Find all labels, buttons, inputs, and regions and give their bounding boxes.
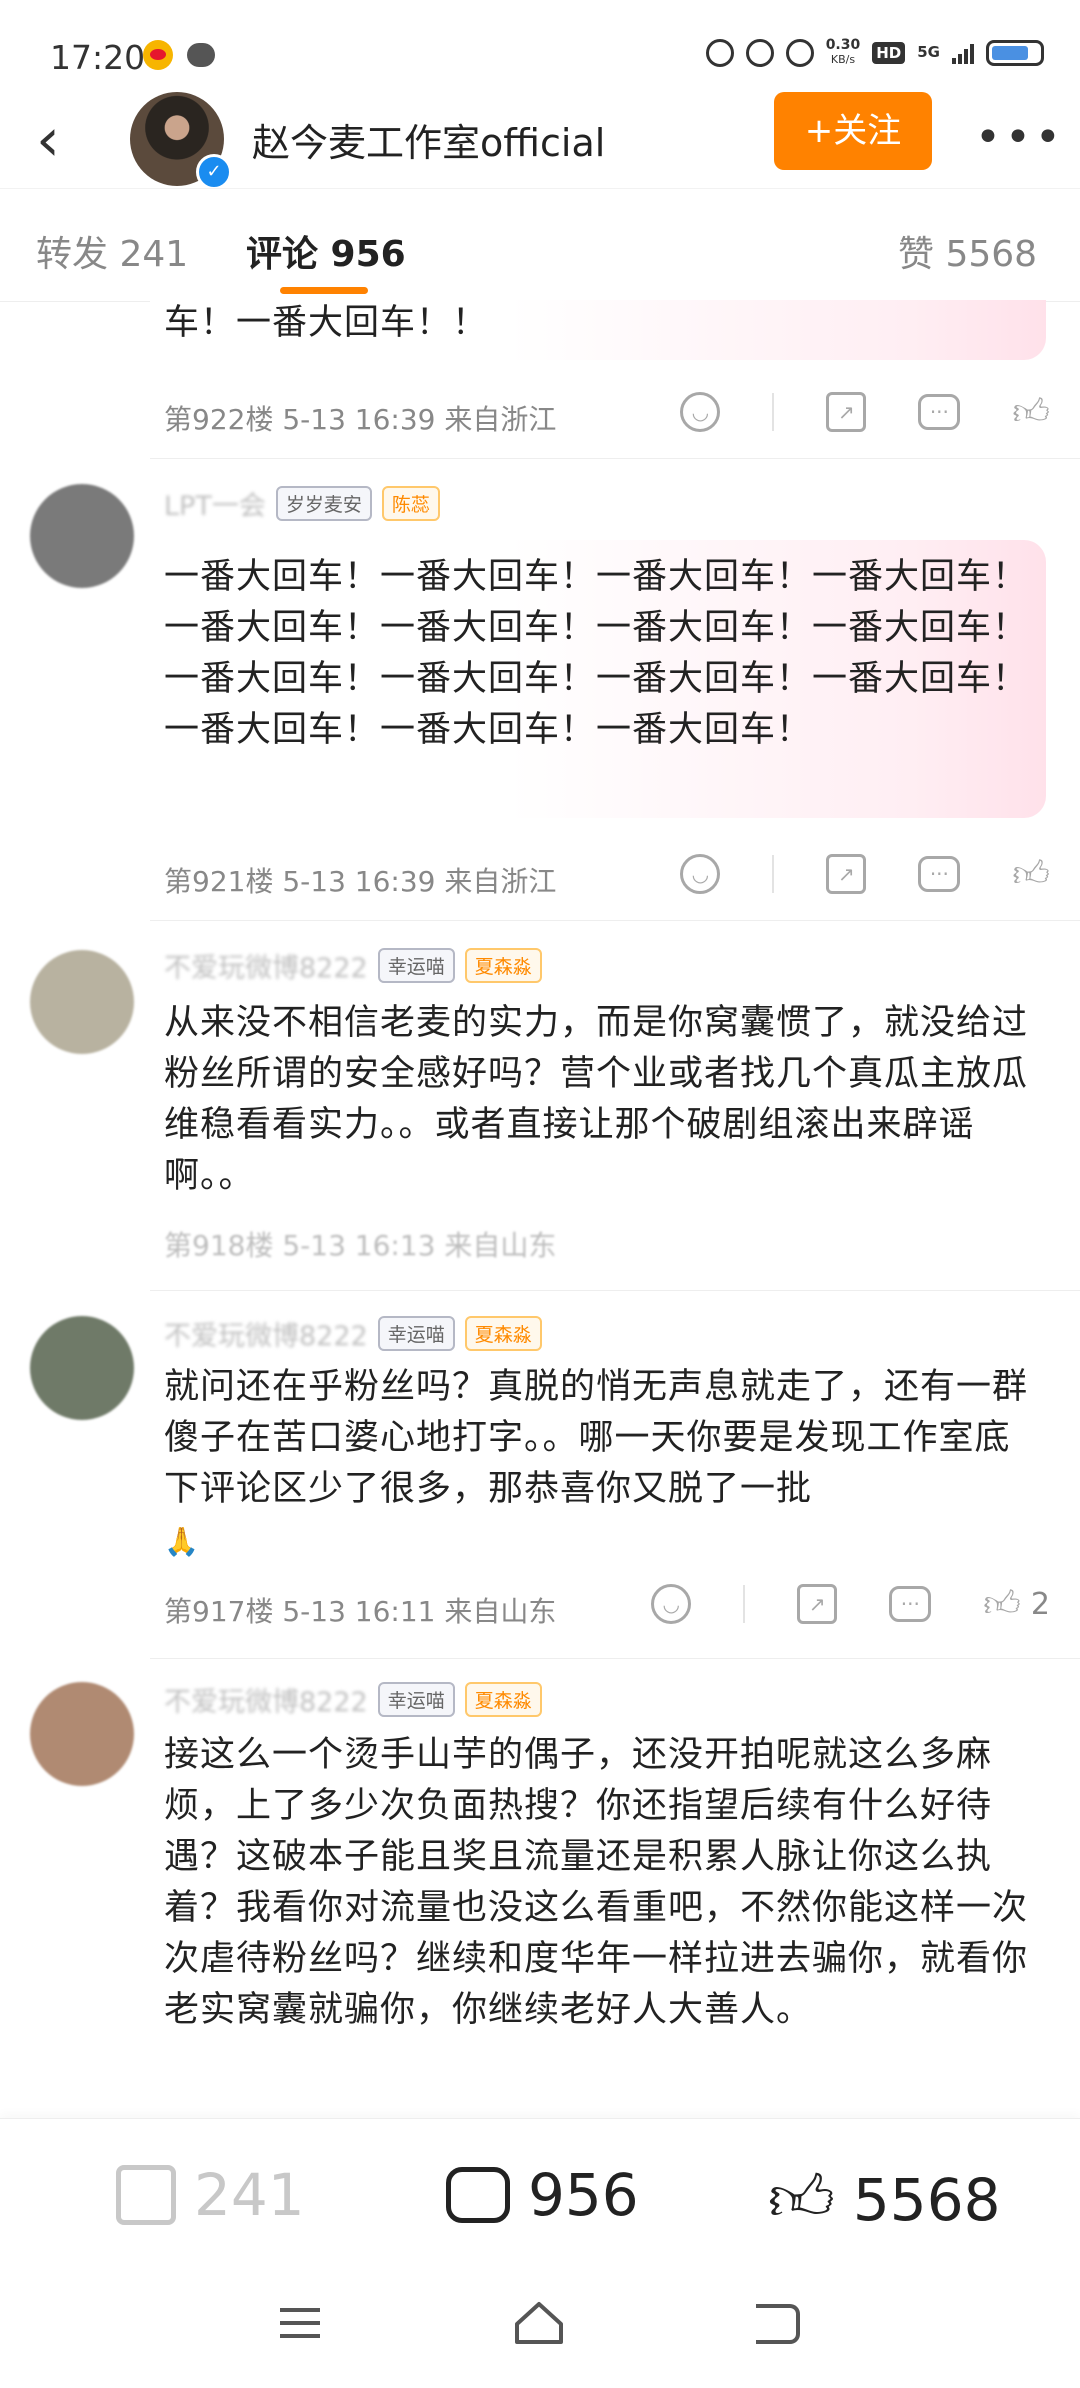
page-title[interactable]: 赵今麦工作室official <box>252 112 605 167</box>
comment-icon[interactable]: ··· <box>918 856 961 892</box>
status-bar: 17:20 0.30 KB/s HD 5G <box>0 0 1080 92</box>
comment-meta: 第921楼 5-13 16:39 来自浙江 <box>164 865 557 898</box>
comment-actions: ◡ ↗ ··· 👍︎ <box>680 854 1050 895</box>
net-speed: 0.30 KB/s <box>826 38 861 67</box>
tab-bar: 转发 241 评论 956 赞 5568 <box>0 188 1080 302</box>
comment-item: 不爱玩微博8222 幸运喵 夏森淼 就问还在乎粉丝吗？真脱的悄无声息就走了，还有… <box>0 1290 1080 1659</box>
follow-button[interactable]: +关注 <box>774 92 932 170</box>
like-count: 2 <box>1030 1586 1050 1622</box>
comment-actions: ◡ ↗ ··· 👍︎ <box>680 392 1050 433</box>
tab-likes[interactable]: 赞 5568 <box>898 225 1037 277</box>
more-options-icon[interactable]: ••• <box>975 112 1065 163</box>
comment-user: 不爱玩微博8222 幸运喵 夏森淼 <box>164 1314 542 1353</box>
menu-icon[interactable] <box>280 2308 320 2338</box>
tab-repost[interactable]: 转发 241 <box>36 225 188 277</box>
comment-item: 车！一番大回车！！ 第922楼 5-13 16:39 来自浙江 ◡ ↗ ··· … <box>0 300 1080 459</box>
level-badge: 夏森淼 <box>464 1316 542 1351</box>
share-icon[interactable]: ↗ <box>797 1584 838 1624</box>
comment-item: 不爱玩微博8222 幸运喵 夏森淼 接这么一个烫手山芋的偶子，还没开拍呢就这么多… <box>0 1658 1080 2118</box>
comment-text-body: 就问还在乎粉丝吗？真脱的悄无声息就走了，还有一群傻子在苦口婆心地打字。。哪一天你… <box>164 1367 1029 1509</box>
status-right-icons: 0.30 KB/s HD 5G <box>705 38 1044 67</box>
like-icon[interactable]: 👍︎ <box>1012 854 1050 895</box>
comment-icon <box>446 2167 510 2223</box>
repost-count: 241 <box>194 2161 305 2229</box>
comment-meta: 第922楼 5-13 16:39 来自浙江 <box>164 403 557 436</box>
home-icon[interactable] <box>513 2298 565 2348</box>
tab-comments[interactable]: 评论 956 <box>246 225 406 277</box>
like-button[interactable]: 👍︎ 5568 <box>768 2161 1001 2238</box>
fan-badge: 岁岁麦安 <box>275 486 372 521</box>
comment-item: LPT一会 岁岁麦安 陈蕊 一番大回车！一番大回车！一番大回车！一番大回车！一番… <box>0 460 1080 921</box>
verified-icon: ✓ <box>196 154 232 190</box>
divider <box>772 393 775 431</box>
username[interactable]: 不爱玩微博8222 <box>164 946 368 985</box>
like-icon[interactable]: 👍︎ <box>1012 392 1050 433</box>
system-nav-bar <box>0 2268 1080 2388</box>
username[interactable]: 不爱玩微博8222 <box>164 1680 368 1719</box>
repost-button[interactable]: 241 <box>116 2161 305 2229</box>
avatar[interactable] <box>30 1316 134 1420</box>
comment-user: 不爱玩微博8222 幸运喵 夏森淼 <box>164 946 542 985</box>
level-badge: 夏森淼 <box>464 948 542 983</box>
repost-icon <box>116 2165 176 2225</box>
comment-button[interactable]: 956 <box>446 2161 639 2229</box>
level-badge: 陈蕊 <box>381 486 440 521</box>
comment-icon[interactable]: ··· <box>889 1586 932 1622</box>
comment-text: 车！一番大回车！！ <box>164 303 489 343</box>
hd-badge: HD <box>872 41 906 64</box>
username[interactable]: LPT一会 <box>164 484 266 523</box>
signal-icon <box>952 42 974 64</box>
top-header: ‹ ✓ 赵今麦工作室official +关注 ••• <box>0 92 1080 190</box>
fan-badge: 幸运喵 <box>377 948 455 983</box>
divider <box>743 1585 746 1623</box>
comment-text: 从来没不相信老麦的实力，而是你窝囊惯了，就没给过粉丝所谓的安全感好吗？营个业或者… <box>164 1003 1029 1196</box>
comment-user: LPT一会 岁岁麦安 陈蕊 <box>164 484 440 523</box>
comment-user: 不爱玩微博8222 幸运喵 夏森淼 <box>164 1680 542 1719</box>
network-type: 5G <box>917 43 940 61</box>
like-icon[interactable]: 👍︎ <box>983 1584 1021 1625</box>
mute-icon <box>785 38 814 67</box>
comment-actions: ◡ ↗ ··· 👍︎ 2 <box>651 1584 1050 1625</box>
status-time: 17:20 <box>50 38 146 77</box>
avatar[interactable] <box>30 950 134 1054</box>
fan-badge: 幸运喵 <box>377 1316 455 1351</box>
chat-bubble-icon <box>187 43 215 67</box>
status-notification-icons <box>143 40 215 70</box>
username[interactable]: 不爱玩微博8222 <box>164 1314 368 1353</box>
comment-count: 956 <box>528 2161 639 2229</box>
comment-text: 一番大回车！一番大回车！一番大回车！一番大回车！一番大回车！一番大回车！一番大回… <box>164 557 1029 750</box>
share-icon[interactable]: ↗ <box>826 854 867 894</box>
like-icon: 👍︎ <box>768 2162 835 2236</box>
back-icon[interactable] <box>756 2304 800 2344</box>
react-icon[interactable]: ◡ <box>680 854 721 894</box>
comment-text: 接这么一个烫手山芋的偶子，还没开拍呢就这么多麻烦，上了多少次负面热搜？你还指望后… <box>164 1735 1029 2030</box>
avatar[interactable] <box>30 1682 134 1786</box>
weibo-icon <box>143 40 173 70</box>
comment-item: 不爱玩微博8222 幸运喵 夏森淼 从来没不相信老麦的实力，而是你窝囊惯了，就没… <box>0 920 1080 1291</box>
avatar[interactable] <box>30 484 134 588</box>
level-badge: 夏森淼 <box>464 1682 542 1717</box>
comment-icon[interactable]: ··· <box>918 394 961 430</box>
comment-text: 就问还在乎粉丝吗？真脱的悄无声息就走了，还有一群傻子在苦口婆心地打字。。哪一天你… <box>164 1362 1034 1567</box>
react-icon[interactable]: ◡ <box>680 392 721 432</box>
share-icon[interactable]: ↗ <box>826 392 867 432</box>
bottom-action-bar: 241 956 👍︎ 5568 <box>0 2118 1080 2269</box>
active-tab-indicator <box>280 287 368 294</box>
comment-meta: 第917楼 5-13 16:11 来自山东 <box>164 1595 557 1628</box>
net-speed-value: 0.30 <box>825 37 861 53</box>
fan-badge: 幸运喵 <box>377 1682 455 1717</box>
divider <box>772 855 775 893</box>
react-icon[interactable]: ◡ <box>651 1584 692 1624</box>
comment-list: 车！一番大回车！！ 第922楼 5-13 16:39 来自浙江 ◡ ↗ ··· … <box>0 300 1080 2118</box>
alarm-icon <box>745 38 774 67</box>
chevron-left-icon[interactable]: ‹ <box>36 110 60 170</box>
battery-icon <box>986 39 1044 66</box>
divider <box>150 458 1080 459</box>
like-count: 5568 <box>852 2165 1001 2234</box>
emoji: 🙏 <box>164 1525 200 1558</box>
net-speed-unit: KB/s <box>830 53 856 66</box>
headphones-icon <box>705 38 734 67</box>
comment-meta: 第918楼 5-13 16:13 来自山东 <box>164 1229 557 1262</box>
